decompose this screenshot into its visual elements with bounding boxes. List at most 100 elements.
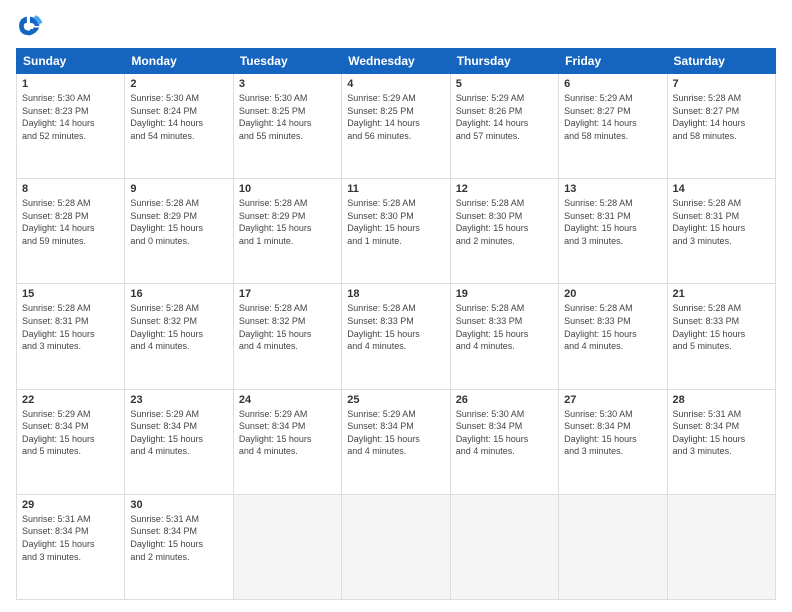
day-info: Sunrise: 5:29 AM Sunset: 8:34 PM Dayligh… xyxy=(130,408,227,458)
day-number: 10 xyxy=(239,183,336,195)
weekday-header: Thursday xyxy=(450,49,558,74)
calendar-day-cell: 24Sunrise: 5:29 AM Sunset: 8:34 PM Dayli… xyxy=(233,389,341,494)
day-info: Sunrise: 5:30 AM Sunset: 8:24 PM Dayligh… xyxy=(130,92,227,142)
calendar-day-cell: 4 Sunrise: 5:29 AM Sunset: 8:25 PM Daylig… xyxy=(342,74,450,179)
day-info: Sunrise: 5:30 AM Sunset: 8:25 PM Dayligh… xyxy=(239,92,336,142)
calendar-day-cell xyxy=(559,494,667,599)
day-number: 5 xyxy=(456,78,553,90)
day-info: Sunrise: 5:29 AM Sunset: 8:34 PM Dayligh… xyxy=(22,408,119,458)
calendar-day-cell: 20 Sunrise: 5:28 AM Sunset: 8:33 PM Dayli… xyxy=(559,284,667,389)
header xyxy=(16,12,776,40)
calendar-day-cell: 29 Sunrise: 5:31 AM Sunset: 8:34 PM Dayli… xyxy=(17,494,125,599)
calendar-day-cell: 1 Sunrise: 5:30 AM Sunset: 8:23 PM Daylig… xyxy=(17,74,125,179)
day-number: 24 xyxy=(239,394,336,406)
calendar-day-cell xyxy=(342,494,450,599)
weekday-header: Tuesday xyxy=(233,49,341,74)
calendar-day-cell: 18 Sunrise: 5:28 AM Sunset: 8:33 PM Dayli… xyxy=(342,284,450,389)
calendar-day-cell: 27 Sunrise: 5:30 AM Sunset: 8:34 PM Dayli… xyxy=(559,389,667,494)
calendar-week-row: 22 Sunrise: 5:29 AM Sunset: 8:34 PM Dayli… xyxy=(17,389,776,494)
day-info: Sunrise: 5:28 AM Sunset: 8:31 PM Dayligh… xyxy=(22,302,119,352)
day-info: Sunrise: 5:28 AM Sunset: 8:33 PM Dayligh… xyxy=(564,302,661,352)
day-info: Sunrise: 5:29 AM Sunset: 8:26 PM Dayligh… xyxy=(456,92,553,142)
calendar-table: SundayMondayTuesdayWednesdayThursdayFrid… xyxy=(16,48,776,600)
day-info: Sunrise: 5:31 AM Sunset: 8:34 PM Dayligh… xyxy=(22,513,119,563)
calendar-day-cell: 9 Sunrise: 5:28 AM Sunset: 8:29 PM Daylig… xyxy=(125,179,233,284)
calendar-day-cell: 10 Sunrise: 5:28 AM Sunset: 8:29 PM Dayli… xyxy=(233,179,341,284)
day-info: Sunrise: 5:30 AM Sunset: 8:23 PM Dayligh… xyxy=(22,92,119,142)
day-info: Sunrise: 5:28 AM Sunset: 8:33 PM Dayligh… xyxy=(456,302,553,352)
calendar-day-cell: 30Sunrise: 5:31 AM Sunset: 8:34 PM Dayli… xyxy=(125,494,233,599)
calendar-day-cell xyxy=(450,494,558,599)
calendar-day-cell: 3 Sunrise: 5:30 AM Sunset: 8:25 PM Daylig… xyxy=(233,74,341,179)
calendar-day-cell: 28 Sunrise: 5:31 AM Sunset: 8:34 PM Dayli… xyxy=(667,389,775,494)
day-info: Sunrise: 5:29 AM Sunset: 8:27 PM Dayligh… xyxy=(564,92,661,142)
day-info: Sunrise: 5:28 AM Sunset: 8:33 PM Dayligh… xyxy=(347,302,444,352)
day-number: 23 xyxy=(130,394,227,406)
weekday-header: Monday xyxy=(125,49,233,74)
day-number: 4 xyxy=(347,78,444,90)
day-number: 3 xyxy=(239,78,336,90)
day-number: 18 xyxy=(347,288,444,300)
calendar-week-row: 8Sunrise: 5:28 AM Sunset: 8:28 PM Daylig… xyxy=(17,179,776,284)
day-info: Sunrise: 5:29 AM Sunset: 8:34 PM Dayligh… xyxy=(347,408,444,458)
calendar-day-cell: 14 Sunrise: 5:28 AM Sunset: 8:31 PM Dayli… xyxy=(667,179,775,284)
day-number: 15 xyxy=(22,288,119,300)
calendar-day-cell: 21Sunrise: 5:28 AM Sunset: 8:33 PM Dayli… xyxy=(667,284,775,389)
day-info: Sunrise: 5:31 AM Sunset: 8:34 PM Dayligh… xyxy=(673,408,770,458)
calendar-day-cell: 23 Sunrise: 5:29 AM Sunset: 8:34 PM Dayli… xyxy=(125,389,233,494)
day-number: 9 xyxy=(130,183,227,195)
day-number: 11 xyxy=(347,183,444,195)
calendar-day-cell: 22 Sunrise: 5:29 AM Sunset: 8:34 PM Dayli… xyxy=(17,389,125,494)
day-number: 27 xyxy=(564,394,661,406)
day-number: 20 xyxy=(564,288,661,300)
day-info: Sunrise: 5:29 AM Sunset: 8:25 PM Dayligh… xyxy=(347,92,444,142)
day-number: 14 xyxy=(673,183,770,195)
day-number: 16 xyxy=(130,288,227,300)
day-number: 28 xyxy=(673,394,770,406)
day-number: 29 xyxy=(22,499,119,511)
logo-icon xyxy=(16,12,44,40)
day-info: Sunrise: 5:28 AM Sunset: 8:30 PM Dayligh… xyxy=(456,197,553,247)
day-info: Sunrise: 5:28 AM Sunset: 8:32 PM Dayligh… xyxy=(239,302,336,352)
calendar-day-cell: 7 Sunrise: 5:28 AM Sunset: 8:27 PM Daylig… xyxy=(667,74,775,179)
calendar-day-cell: 25Sunrise: 5:29 AM Sunset: 8:34 PM Dayli… xyxy=(342,389,450,494)
calendar-day-cell xyxy=(233,494,341,599)
calendar-day-cell: 8Sunrise: 5:28 AM Sunset: 8:28 PM Daylig… xyxy=(17,179,125,284)
calendar-day-cell: 6 Sunrise: 5:29 AM Sunset: 8:27 PM Daylig… xyxy=(559,74,667,179)
day-number: 13 xyxy=(564,183,661,195)
calendar-day-cell: 17Sunrise: 5:28 AM Sunset: 8:32 PM Dayli… xyxy=(233,284,341,389)
day-info: Sunrise: 5:28 AM Sunset: 8:29 PM Dayligh… xyxy=(239,197,336,247)
day-number: 7 xyxy=(673,78,770,90)
calendar-day-cell: 15 Sunrise: 5:28 AM Sunset: 8:31 PM Dayli… xyxy=(17,284,125,389)
day-number: 1 xyxy=(22,78,119,90)
calendar-day-cell: 26Sunrise: 5:30 AM Sunset: 8:34 PM Dayli… xyxy=(450,389,558,494)
calendar-header-row: SundayMondayTuesdayWednesdayThursdayFrid… xyxy=(17,49,776,74)
day-number: 22 xyxy=(22,394,119,406)
calendar-day-cell: 19 Sunrise: 5:28 AM Sunset: 8:33 PM Dayli… xyxy=(450,284,558,389)
day-info: Sunrise: 5:28 AM Sunset: 8:31 PM Dayligh… xyxy=(673,197,770,247)
day-info: Sunrise: 5:28 AM Sunset: 8:27 PM Dayligh… xyxy=(673,92,770,142)
weekday-header: Saturday xyxy=(667,49,775,74)
page: SundayMondayTuesdayWednesdayThursdayFrid… xyxy=(0,0,792,612)
logo xyxy=(16,12,48,40)
day-number: 6 xyxy=(564,78,661,90)
calendar-day-cell: 11 Sunrise: 5:28 AM Sunset: 8:30 PM Dayli… xyxy=(342,179,450,284)
day-info: Sunrise: 5:28 AM Sunset: 8:30 PM Dayligh… xyxy=(347,197,444,247)
day-number: 12 xyxy=(456,183,553,195)
day-info: Sunrise: 5:31 AM Sunset: 8:34 PM Dayligh… xyxy=(130,513,227,563)
calendar-day-cell: 5 Sunrise: 5:29 AM Sunset: 8:26 PM Daylig… xyxy=(450,74,558,179)
calendar-week-row: 15 Sunrise: 5:28 AM Sunset: 8:31 PM Dayli… xyxy=(17,284,776,389)
day-number: 2 xyxy=(130,78,227,90)
day-info: Sunrise: 5:28 AM Sunset: 8:29 PM Dayligh… xyxy=(130,197,227,247)
calendar-day-cell xyxy=(667,494,775,599)
day-info: Sunrise: 5:30 AM Sunset: 8:34 PM Dayligh… xyxy=(564,408,661,458)
calendar-week-row: 29 Sunrise: 5:31 AM Sunset: 8:34 PM Dayli… xyxy=(17,494,776,599)
day-number: 19 xyxy=(456,288,553,300)
calendar-day-cell: 2 Sunrise: 5:30 AM Sunset: 8:24 PM Daylig… xyxy=(125,74,233,179)
day-info: Sunrise: 5:28 AM Sunset: 8:33 PM Dayligh… xyxy=(673,302,770,352)
calendar-week-row: 1 Sunrise: 5:30 AM Sunset: 8:23 PM Daylig… xyxy=(17,74,776,179)
day-info: Sunrise: 5:28 AM Sunset: 8:32 PM Dayligh… xyxy=(130,302,227,352)
day-number: 26 xyxy=(456,394,553,406)
weekday-header: Sunday xyxy=(17,49,125,74)
weekday-header: Wednesday xyxy=(342,49,450,74)
